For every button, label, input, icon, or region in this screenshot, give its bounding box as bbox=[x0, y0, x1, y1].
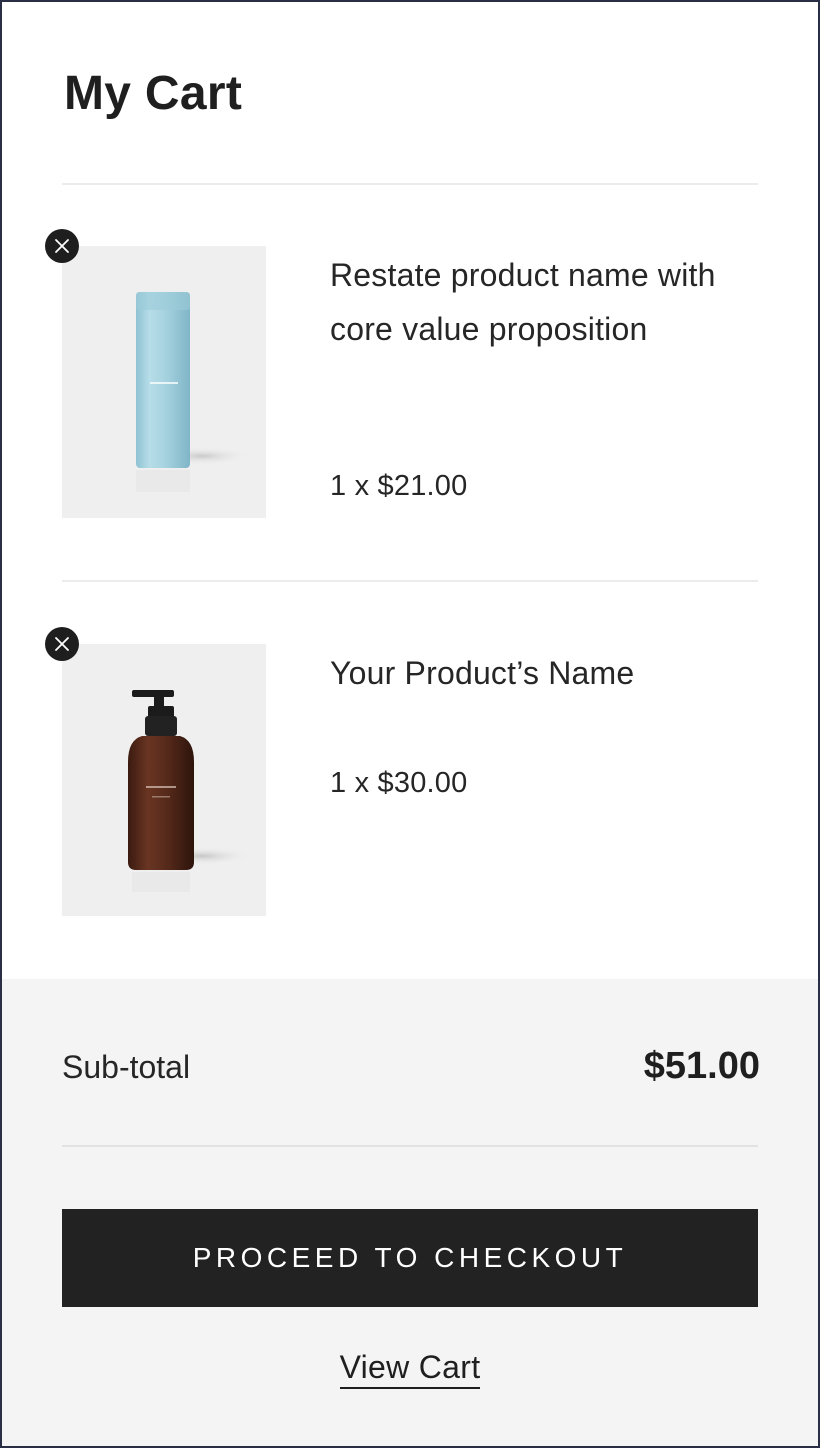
page-title: My Cart bbox=[64, 67, 243, 120]
divider bbox=[62, 1145, 758, 1147]
proceed-to-checkout-button[interactable]: PROCEED TO CHECKOUT bbox=[62, 1209, 758, 1307]
product-name[interactable]: Restate product name with core value pro… bbox=[330, 248, 760, 356]
quantity-price: 1 x $21.00 bbox=[330, 470, 468, 502]
product-image[interactable] bbox=[62, 644, 266, 916]
subtotal-value: $51.00 bbox=[643, 1045, 760, 1087]
product-image[interactable] bbox=[62, 246, 266, 518]
cart-summary: Sub-total $51.00 PROCEED TO CHECKOUT Vie… bbox=[2, 979, 818, 1446]
subtotal-label: Sub-total bbox=[62, 1049, 191, 1085]
quantity-price: 1 x $30.00 bbox=[330, 767, 468, 799]
view-cart-container: View Cart bbox=[2, 1349, 818, 1389]
close-icon bbox=[55, 637, 69, 651]
divider bbox=[62, 183, 758, 185]
blue-bottle-product-image bbox=[136, 292, 250, 492]
remove-item-button[interactable] bbox=[45, 229, 79, 263]
amber-pump-bottle-product-image bbox=[128, 690, 252, 892]
product-name[interactable]: Your Product’s Name bbox=[330, 646, 760, 700]
divider bbox=[62, 580, 758, 582]
view-cart-link[interactable]: View Cart bbox=[339, 1349, 481, 1389]
remove-item-button[interactable] bbox=[45, 627, 79, 661]
close-icon bbox=[55, 239, 69, 253]
cart-panel: My Cart Restate product name with core v… bbox=[0, 0, 820, 1448]
